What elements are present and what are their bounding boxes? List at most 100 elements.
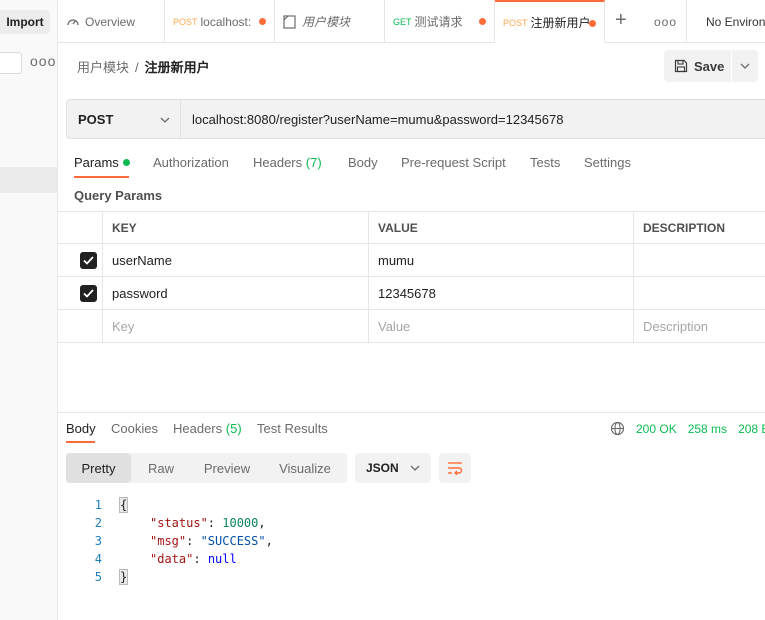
tab-headers-label: Headers <box>253 155 303 170</box>
new-value-input[interactable]: Value <box>368 310 634 342</box>
format-raw-button[interactable]: Raw <box>131 453 191 483</box>
param-description-cell[interactable] <box>633 277 765 309</box>
tab-method: POST <box>173 16 198 27</box>
save-button[interactable]: Save <box>664 50 731 82</box>
tab-post-localhost[interactable]: POST localhost: <box>165 0 275 43</box>
new-key-input[interactable]: Key <box>102 310 369 342</box>
tab-authorization[interactable]: Authorization <box>153 155 229 170</box>
url-input[interactable]: localhost:8080/register?userName=mumu&pa… <box>181 99 765 139</box>
tab-headers[interactable]: Headers (7) <box>253 155 322 170</box>
line-number: 2 <box>94 516 102 530</box>
response-tab-underline <box>66 441 95 443</box>
table-row: userName mumu <box>58 244 765 277</box>
tab-method: POST <box>503 17 528 28</box>
tab-label: 注册新用户 <box>530 16 591 30</box>
format-visualize-button[interactable]: Visualize <box>263 453 347 483</box>
tab-label: Overview <box>85 14 136 29</box>
chevron-down-icon <box>740 63 750 69</box>
breadcrumb: 用户模块 / 注册新用户 <box>77 57 210 76</box>
tab-method: GET <box>393 16 412 27</box>
chevron-down-icon <box>160 117 170 123</box>
folder-icon <box>283 14 296 29</box>
json-key: "data" <box>150 552 194 566</box>
status-code[interactable]: 200 OK <box>636 422 677 436</box>
response-divider[interactable] <box>58 412 765 413</box>
response-status-bar: 200 OK 258 ms 208 B <box>610 421 765 436</box>
response-size[interactable]: 208 B <box>738 422 765 436</box>
tab-overview[interactable]: Overview <box>58 0 165 43</box>
tab-post-register[interactable]: POST 注册新用户 <box>495 0 605 43</box>
code-brace: } <box>118 569 129 585</box>
response-time[interactable]: 258 ms <box>688 422 727 436</box>
globe-icon[interactable] <box>610 421 625 436</box>
response-tab-cookies[interactable]: Cookies <box>111 421 158 436</box>
active-tab-underline <box>74 176 129 178</box>
sidebar-more-icon[interactable]: ooo <box>30 53 56 69</box>
param-checkbox[interactable] <box>80 285 97 302</box>
json-value: "SUCCESS" <box>200 534 266 548</box>
tab-get-test[interactable]: GET 测试请求 <box>385 0 495 43</box>
param-key-cell[interactable]: userName <box>102 244 369 276</box>
environment-selector[interactable]: No Environment <box>686 0 765 43</box>
unsaved-dot-icon <box>259 18 266 25</box>
new-description-input[interactable]: Description <box>633 310 765 342</box>
param-checkbox[interactable] <box>80 252 97 269</box>
code-brace: { <box>118 497 129 513</box>
tab-body[interactable]: Body <box>348 155 378 170</box>
line-number: 3 <box>94 534 102 548</box>
overview-icon <box>66 15 80 29</box>
tab-bar: Overview POST localhost: 用户模块 GET 测试请求 P… <box>58 0 765 43</box>
param-key-cell[interactable]: password <box>102 277 369 309</box>
tab-params[interactable]: Params <box>74 155 130 170</box>
tab-label: 用户模块 <box>302 15 351 29</box>
language-select[interactable]: JSON <box>355 453 431 483</box>
table-row-empty: Key Value Description <box>58 310 765 343</box>
code-line: "msg": "SUCCESS", <box>150 534 273 548</box>
method-select[interactable]: POST <box>66 99 181 139</box>
column-header-key: KEY <box>102 212 369 244</box>
table-header-row: KEY VALUE DESCRIPTION <box>58 211 765 244</box>
param-value-cell[interactable]: 12345678 <box>368 277 634 309</box>
new-tab-plus-icon[interactable]: + <box>615 9 627 32</box>
tab-params-label: Params <box>74 155 119 170</box>
tab-more-icon[interactable]: ooo <box>654 15 677 29</box>
code-line: "status": 10000, <box>150 516 266 530</box>
format-toggle: Pretty Raw Preview Visualize <box>66 453 347 483</box>
param-description-cell[interactable] <box>633 244 765 276</box>
response-tab-headers[interactable]: Headers (5) <box>173 421 242 436</box>
chevron-down-icon <box>410 465 420 471</box>
headers-count: (7) <box>305 155 322 170</box>
save-options-button[interactable] <box>732 50 758 82</box>
tab-label: localhost: <box>200 14 252 29</box>
sidebar-search-input[interactable] <box>0 52 22 74</box>
response-tab-body[interactable]: Body <box>66 421 96 436</box>
tab-settings[interactable]: Settings <box>584 155 631 170</box>
response-tab-test-results[interactable]: Test Results <box>257 421 328 436</box>
tab-tests[interactable]: Tests <box>530 155 560 170</box>
tab-folder[interactable]: 用户模块 <box>275 0 385 43</box>
sidebar-selected-item[interactable] <box>0 167 57 193</box>
checkmark-icon <box>83 289 94 298</box>
format-preview-button[interactable]: Preview <box>191 453 263 483</box>
tab-label: 测试请求 <box>414 15 463 29</box>
import-button[interactable]: Import <box>0 10 50 34</box>
line-number: 4 <box>94 552 102 566</box>
line-number: 5 <box>94 570 102 584</box>
wrap-lines-button[interactable] <box>439 453 471 483</box>
response-headers-count: (5) <box>225 421 242 436</box>
save-label: Save <box>694 58 725 74</box>
language-label: JSON <box>366 461 399 475</box>
format-pretty-button[interactable]: Pretty <box>66 453 131 483</box>
unsaved-dot-icon <box>479 18 486 25</box>
breadcrumb-current[interactable]: 注册新用户 <box>145 60 210 75</box>
checkmark-icon <box>83 256 94 265</box>
param-value-cell[interactable]: mumu <box>368 244 634 276</box>
tab-prerequest-script[interactable]: Pre-request Script <box>401 155 506 170</box>
code-line: } <box>118 568 129 586</box>
breadcrumb-separator: / <box>135 60 139 75</box>
sidebar: Import ooo <box>0 0 58 620</box>
column-header-value: VALUE <box>368 212 634 244</box>
line-number: 1 <box>94 498 102 512</box>
breadcrumb-parent[interactable]: 用户模块 <box>77 60 129 75</box>
json-value: null <box>207 552 237 566</box>
